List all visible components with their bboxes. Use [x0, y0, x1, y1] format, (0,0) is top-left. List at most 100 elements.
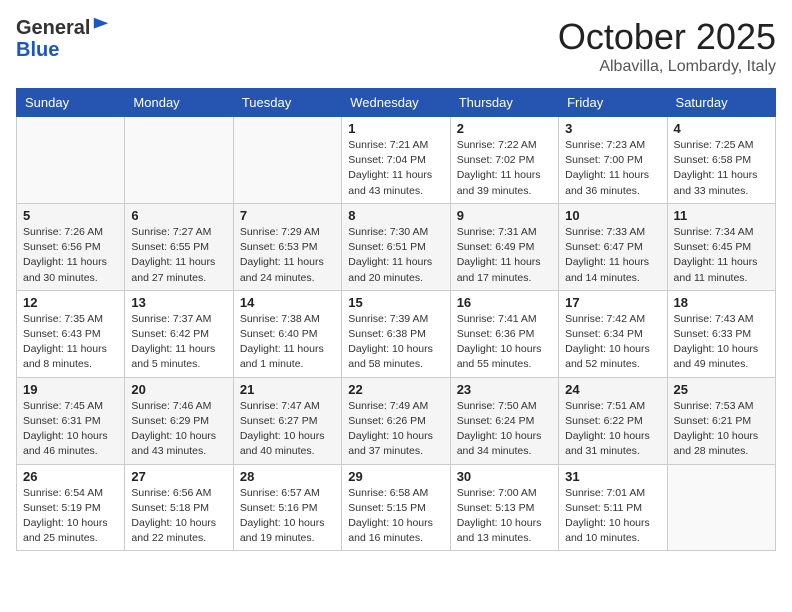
day-info: Sunrise: 7:23 AM Sunset: 7:00 PM Dayligh…: [565, 138, 660, 199]
day-number: 2: [457, 121, 552, 136]
day-number: 9: [457, 208, 552, 223]
day-number: 19: [23, 382, 118, 397]
week-row-5: 26 Sunrise: 6:54 AM Sunset: 5:19 PM Dayli…: [17, 464, 776, 551]
calendar-cell: 27 Sunrise: 6:56 AM Sunset: 5:18 PM Dayli…: [125, 464, 233, 551]
calendar-body: 1 Sunrise: 7:21 AM Sunset: 7:04 PM Daylig…: [17, 117, 776, 551]
calendar-cell: 1 Sunrise: 7:21 AM Sunset: 7:04 PM Daylig…: [342, 117, 450, 204]
day-number: 14: [240, 295, 335, 310]
weekday-monday: Monday: [125, 89, 233, 117]
day-info: Sunrise: 7:25 AM Sunset: 6:58 PM Dayligh…: [674, 138, 769, 199]
day-info: Sunrise: 7:45 AM Sunset: 6:31 PM Dayligh…: [23, 399, 118, 460]
calendar-cell: 25 Sunrise: 7:53 AM Sunset: 6:21 PM Dayli…: [667, 377, 775, 464]
calendar-cell: 19 Sunrise: 7:45 AM Sunset: 6:31 PM Dayli…: [17, 377, 125, 464]
day-number: 1: [348, 121, 443, 136]
calendar-cell: 8 Sunrise: 7:30 AM Sunset: 6:51 PM Daylig…: [342, 203, 450, 290]
weekday-saturday: Saturday: [667, 89, 775, 117]
calendar-cell: 20Sunrise: 7:46 AM Sunset: 6:29 PM Dayli…: [125, 377, 233, 464]
week-row-2: 5 Sunrise: 7:26 AM Sunset: 6:56 PM Daylig…: [17, 203, 776, 290]
calendar-cell: 23Sunrise: 7:50 AM Sunset: 6:24 PM Dayli…: [450, 377, 558, 464]
day-number: 16: [457, 295, 552, 310]
day-number: 4: [674, 121, 769, 136]
calendar-cell: 15Sunrise: 7:39 AM Sunset: 6:38 PM Dayli…: [342, 290, 450, 377]
day-number: 15: [348, 295, 443, 310]
calendar-cell: 31 Sunrise: 7:01 AM Sunset: 5:11 PM Dayli…: [559, 464, 667, 551]
day-number: 5: [23, 208, 118, 223]
day-number: 7: [240, 208, 335, 223]
weekday-header-row: SundayMondayTuesdayWednesdayThursdayFrid…: [17, 89, 776, 117]
calendar-cell: 17Sunrise: 7:42 AM Sunset: 6:34 PM Dayli…: [559, 290, 667, 377]
calendar-cell: 30Sunrise: 7:00 AM Sunset: 5:13 PM Dayli…: [450, 464, 558, 551]
day-number: 18: [674, 295, 769, 310]
calendar-cell: 11Sunrise: 7:34 AM Sunset: 6:45 PM Dayli…: [667, 203, 775, 290]
day-info: Sunrise: 7:01 AM Sunset: 5:11 PM Dayligh…: [565, 486, 660, 547]
logo-blue-text: Blue: [16, 39, 59, 61]
day-number: 23: [457, 382, 552, 397]
calendar-cell: 26 Sunrise: 6:54 AM Sunset: 5:19 PM Dayli…: [17, 464, 125, 551]
day-info: Sunrise: 7:35 AM Sunset: 6:43 PM Dayligh…: [23, 312, 118, 373]
location: Albavilla, Lombardy, Italy: [558, 58, 776, 76]
calendar-cell: 6 Sunrise: 7:27 AM Sunset: 6:55 PM Daylig…: [125, 203, 233, 290]
day-number: 12: [23, 295, 118, 310]
calendar-table: SundayMondayTuesdayWednesdayThursdayFrid…: [16, 88, 776, 551]
day-info: Sunrise: 7:29 AM Sunset: 6:53 PM Dayligh…: [240, 225, 335, 286]
calendar-cell: 29 Sunrise: 6:58 AM Sunset: 5:15 PM Dayli…: [342, 464, 450, 551]
day-info: Sunrise: 7:42 AM Sunset: 6:34 PM Dayligh…: [565, 312, 660, 373]
day-number: 27: [131, 469, 226, 484]
calendar-cell: 28 Sunrise: 6:57 AM Sunset: 5:16 PM Dayli…: [233, 464, 341, 551]
day-number: 6: [131, 208, 226, 223]
day-info: Sunrise: 6:58 AM Sunset: 5:15 PM Dayligh…: [348, 486, 443, 547]
calendar-cell: 12 Sunrise: 7:35 AM Sunset: 6:43 PM Dayli…: [17, 290, 125, 377]
week-row-3: 12 Sunrise: 7:35 AM Sunset: 6:43 PM Dayli…: [17, 290, 776, 377]
day-info: Sunrise: 6:57 AM Sunset: 5:16 PM Dayligh…: [240, 486, 335, 547]
calendar-cell: 16Sunrise: 7:41 AM Sunset: 6:36 PM Dayli…: [450, 290, 558, 377]
weekday-wednesday: Wednesday: [342, 89, 450, 117]
day-info: Sunrise: 7:33 AM Sunset: 6:47 PM Dayligh…: [565, 225, 660, 286]
day-info: Sunrise: 7:47 AM Sunset: 6:27 PM Dayligh…: [240, 399, 335, 460]
day-info: Sunrise: 6:54 AM Sunset: 5:19 PM Dayligh…: [23, 486, 118, 547]
day-number: 8: [348, 208, 443, 223]
day-number: 28: [240, 469, 335, 484]
day-info: Sunrise: 7:30 AM Sunset: 6:51 PM Dayligh…: [348, 225, 443, 286]
calendar-cell: 9Sunrise: 7:31 AM Sunset: 6:49 PM Daylig…: [450, 203, 558, 290]
day-info: Sunrise: 7:26 AM Sunset: 6:56 PM Dayligh…: [23, 225, 118, 286]
calendar-cell: [667, 464, 775, 551]
calendar-cell: 7 Sunrise: 7:29 AM Sunset: 6:53 PM Daylig…: [233, 203, 341, 290]
calendar-cell: 13Sunrise: 7:37 AM Sunset: 6:42 PM Dayli…: [125, 290, 233, 377]
day-info: Sunrise: 7:51 AM Sunset: 6:22 PM Dayligh…: [565, 399, 660, 460]
day-number: 22: [348, 382, 443, 397]
day-number: 13: [131, 295, 226, 310]
day-number: 24: [565, 382, 660, 397]
calendar-cell: [17, 117, 125, 204]
calendar-cell: 3 Sunrise: 7:23 AM Sunset: 7:00 PM Daylig…: [559, 117, 667, 204]
title-block: October 2025 Albavilla, Lombardy, Italy: [558, 16, 776, 76]
day-info: Sunrise: 7:46 AM Sunset: 6:29 PM Dayligh…: [131, 399, 226, 460]
day-info: Sunrise: 7:00 AM Sunset: 5:13 PM Dayligh…: [457, 486, 552, 547]
calendar-cell: 24 Sunrise: 7:51 AM Sunset: 6:22 PM Dayli…: [559, 377, 667, 464]
calendar-cell: 21 Sunrise: 7:47 AM Sunset: 6:27 PM Dayli…: [233, 377, 341, 464]
day-info: Sunrise: 7:49 AM Sunset: 6:26 PM Dayligh…: [348, 399, 443, 460]
day-info: Sunrise: 7:53 AM Sunset: 6:21 PM Dayligh…: [674, 399, 769, 460]
calendar-cell: 22 Sunrise: 7:49 AM Sunset: 6:26 PM Dayli…: [342, 377, 450, 464]
day-number: 25: [674, 382, 769, 397]
calendar-cell: 18Sunrise: 7:43 AM Sunset: 6:33 PM Dayli…: [667, 290, 775, 377]
calendar-cell: [125, 117, 233, 204]
day-number: 29: [348, 469, 443, 484]
calendar-cell: 2 Sunrise: 7:22 AM Sunset: 7:02 PM Daylig…: [450, 117, 558, 204]
day-info: Sunrise: 7:38 AM Sunset: 6:40 PM Dayligh…: [240, 312, 335, 373]
calendar-cell: 5 Sunrise: 7:26 AM Sunset: 6:56 PM Daylig…: [17, 203, 125, 290]
day-info: Sunrise: 6:56 AM Sunset: 5:18 PM Dayligh…: [131, 486, 226, 547]
day-number: 31: [565, 469, 660, 484]
calendar-cell: [233, 117, 341, 204]
day-number: 26: [23, 469, 118, 484]
week-row-4: 19 Sunrise: 7:45 AM Sunset: 6:31 PM Dayli…: [17, 377, 776, 464]
day-info: Sunrise: 7:27 AM Sunset: 6:55 PM Dayligh…: [131, 225, 226, 286]
calendar-cell: 10Sunrise: 7:33 AM Sunset: 6:47 PM Dayli…: [559, 203, 667, 290]
week-row-1: 1 Sunrise: 7:21 AM Sunset: 7:04 PM Daylig…: [17, 117, 776, 204]
day-number: 21: [240, 382, 335, 397]
day-info: Sunrise: 7:22 AM Sunset: 7:02 PM Dayligh…: [457, 138, 552, 199]
month-title: October 2025: [558, 16, 776, 58]
day-number: 3: [565, 121, 660, 136]
calendar-cell: 14 Sunrise: 7:38 AM Sunset: 6:40 PM Dayli…: [233, 290, 341, 377]
logo-general-text: General: [16, 17, 90, 39]
day-info: Sunrise: 7:21 AM Sunset: 7:04 PM Dayligh…: [348, 138, 443, 199]
